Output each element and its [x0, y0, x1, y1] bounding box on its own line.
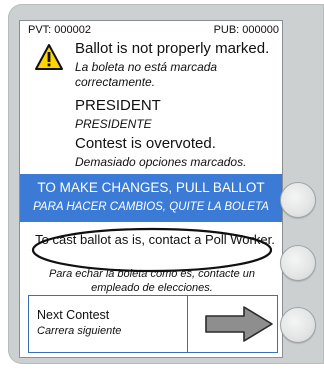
next-contest-label: Next Contest: [37, 308, 110, 322]
contest-status: Contest is overvoted.: [75, 135, 216, 152]
pub-counter: PUB: 000000: [213, 24, 279, 36]
next-contest-button[interactable]: Next Contest Carrera siguiente: [28, 295, 278, 353]
warning-title: Ballot is not properly marked.: [75, 40, 270, 57]
next-contest-label-area: Next Contest Carrera siguiente: [29, 296, 187, 352]
warning-triangle-icon: [35, 44, 63, 70]
contest-name-spanish: PRESIDENTE: [75, 117, 152, 131]
next-contest-label-spanish: Carrera siguiente: [37, 325, 122, 337]
side-button-bottom[interactable]: [280, 307, 316, 343]
next-divider: [187, 296, 188, 352]
contest-status-spanish: Demasiado opciones marcados.: [75, 155, 247, 169]
cast-as-is-text[interactable]: To cast ballot as is, contact a Poll Wor…: [34, 231, 276, 248]
cast-as-is-text-spanish: Para echar la boleta como es, contacte u…: [48, 268, 256, 294]
banner-text-spanish: PARA HACER CAMBIOS, QUITE LA BOLETA: [33, 201, 269, 213]
voting-machine-bezel: PVT: 000002 PUB: 000000 Ballot is not pr…: [8, 4, 324, 364]
contest-name: PRESIDENT: [75, 97, 161, 114]
pull-ballot-banner: TO MAKE CHANGES, PULL BALLOT PARA HACER …: [20, 174, 282, 222]
id-bar: PVT: 000002 PUB: 000000: [28, 24, 279, 38]
side-button-middle[interactable]: [280, 245, 316, 281]
arrow-right-icon[interactable]: [204, 304, 274, 344]
pvt-counter: PVT: 000002: [28, 24, 91, 36]
warning-title-spanish: La boleta no está marcada correctamente.: [75, 60, 218, 89]
ballot-screen: PVT: 000002 PUB: 000000 Ballot is not pr…: [19, 20, 283, 358]
side-button-top[interactable]: [280, 182, 316, 218]
banner-text: TO MAKE CHANGES, PULL BALLOT: [37, 180, 265, 195]
